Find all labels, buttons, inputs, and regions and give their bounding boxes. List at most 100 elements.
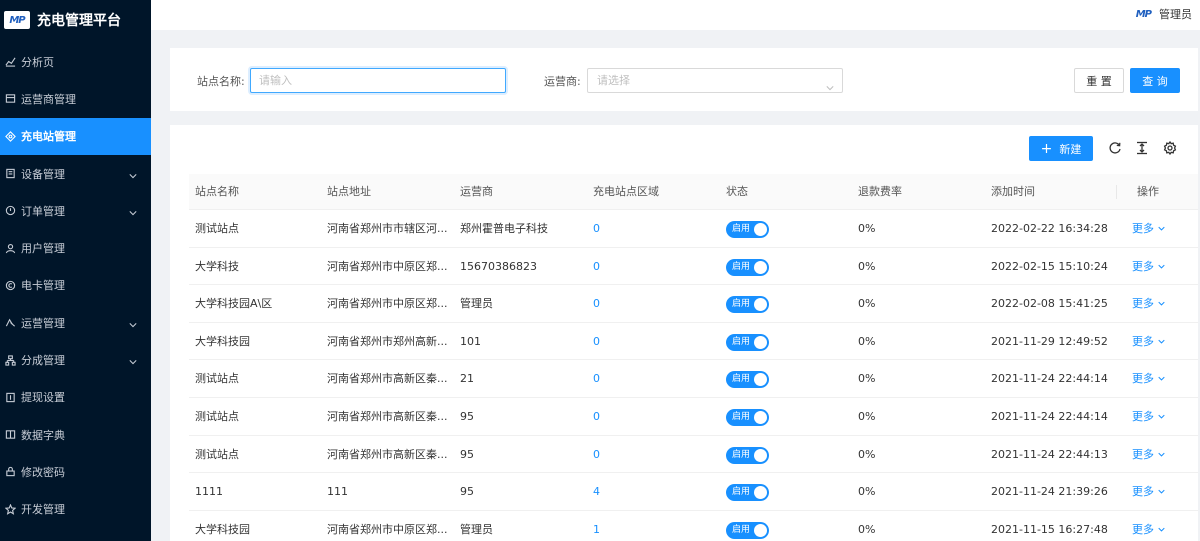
switch-knob xyxy=(754,486,767,500)
sidebar-item-label: 数据字典 xyxy=(21,428,65,442)
area-link[interactable]: 0 xyxy=(593,210,693,247)
sidebar-item-6[interactable]: 电卡管理 xyxy=(0,267,151,304)
status-switch-label: 启用 xyxy=(732,487,751,498)
sidebar-item-label: 用户管理 xyxy=(21,242,65,256)
sidebar-item-3[interactable]: 设备管理 xyxy=(0,155,151,192)
switch-knob xyxy=(754,298,767,312)
new-station-button[interactable]: + 新建 xyxy=(1029,136,1093,161)
area-link[interactable]: 0 xyxy=(593,398,693,435)
sidebar-item-7[interactable]: 运营管理 xyxy=(0,304,151,341)
table-row: 测试站点 河南省郑州市高新区秦... 95 0 启用 0% 2021-11-24 22:44… xyxy=(189,436,1198,474)
refund-rate-cell: 0% xyxy=(858,372,876,386)
status-switch[interactable]: 启用 xyxy=(726,521,769,539)
refund-rate-cell: 0% xyxy=(858,222,876,235)
operator-cell: 95 xyxy=(460,409,474,423)
more-actions-link[interactable]: 更多 xyxy=(1132,473,1165,510)
more-label: 更多 xyxy=(1132,409,1154,423)
sidebar-item-12[interactable]: 开发管理 xyxy=(0,491,151,528)
created-time-cell: 2022-02-08 15:41:25 xyxy=(991,297,1108,311)
sidebar-item-8[interactable]: 分成管理 xyxy=(0,341,151,378)
more-actions-link[interactable]: 更多 xyxy=(1132,248,1165,285)
chevron-down-icon xyxy=(129,170,137,183)
more-actions-link[interactable]: 更多 xyxy=(1132,398,1165,435)
station-address-cell: 河南省郑州市高新区秦... xyxy=(327,372,448,386)
plus-icon: + xyxy=(1040,140,1053,157)
sidebar-item-label: 开发管理 xyxy=(21,503,65,517)
area-link[interactable]: 1 xyxy=(593,511,693,541)
refund-rate-cell: 0% xyxy=(858,259,876,273)
sidebar-item-4[interactable]: 订单管理 xyxy=(0,192,151,229)
chevron-down-icon xyxy=(1158,452,1165,457)
area-link[interactable]: 4 xyxy=(593,473,693,510)
operator-cell: 95 xyxy=(460,485,474,499)
chevron-down-icon xyxy=(1158,226,1165,231)
status-switch[interactable]: 启用 xyxy=(726,221,769,238)
query-button[interactable]: 查 询 xyxy=(1130,68,1180,93)
table-row: 大学科技 河南省郑州市中原区郑... 15670386823 0 启用 0% 2022-02… xyxy=(189,248,1198,286)
more-actions-link[interactable]: 更多 xyxy=(1132,285,1165,322)
column-header-6: 添加时间 xyxy=(991,185,1035,198)
status-switch[interactable]: 启用 xyxy=(726,371,769,389)
table-row: 大学科技园 河南省郑州市中原区郑... 管理员 1 启用 0% 2021-11-15 16:… xyxy=(189,511,1198,541)
user-menu[interactable]: MP 管理员 xyxy=(1136,6,1192,22)
status-switch[interactable]: 启用 xyxy=(726,484,769,502)
more-actions-link[interactable]: 更多 xyxy=(1132,210,1165,247)
store-icon xyxy=(4,93,16,105)
sidebar-item-1[interactable]: 运营商管理 xyxy=(0,80,151,117)
settings-icon[interactable] xyxy=(1163,140,1177,156)
station-address-cell: 河南省郑州市高新区秦... xyxy=(327,447,448,461)
more-label: 更多 xyxy=(1132,372,1154,386)
chevron-down-icon xyxy=(1158,339,1165,344)
operator-cell: 21 xyxy=(460,372,474,386)
operator-select[interactable]: 请选择 xyxy=(587,68,843,93)
refund-rate-cell: 0% xyxy=(858,485,876,499)
status-switch[interactable]: 启用 xyxy=(726,258,769,276)
status-switch[interactable]: 启用 xyxy=(726,296,769,314)
refresh-icon[interactable] xyxy=(1108,141,1122,155)
chevron-down-icon xyxy=(1158,377,1165,381)
more-label: 更多 xyxy=(1132,447,1154,461)
more-actions-link[interactable]: 更多 xyxy=(1132,360,1165,397)
more-label: 更多 xyxy=(1132,334,1154,348)
status-switch[interactable]: 启用 xyxy=(726,333,769,351)
area-link[interactable]: 0 xyxy=(593,248,693,285)
sidebar-item-9[interactable]: 提现设置 xyxy=(0,379,151,416)
more-actions-link[interactable]: 更多 xyxy=(1132,511,1165,541)
column-header-3: 充电站点区域 xyxy=(593,185,659,198)
area-link[interactable]: 0 xyxy=(593,285,693,322)
sidebar-item-5[interactable]: 用户管理 xyxy=(0,229,151,266)
station-name-input[interactable] xyxy=(250,68,506,93)
column-header-5: 退款费率 xyxy=(858,185,902,198)
station-name-cell: 大学科技园 xyxy=(195,522,250,536)
chevron-down-icon xyxy=(129,356,137,369)
status-switch[interactable]: 启用 xyxy=(726,408,769,426)
card-icon xyxy=(4,279,16,291)
status-switch-label: 启用 xyxy=(732,261,751,272)
more-label: 更多 xyxy=(1132,222,1154,235)
brand[interactable]: MP 充电管理平台 xyxy=(0,0,151,40)
area-link[interactable]: 0 xyxy=(593,360,693,397)
order-icon xyxy=(4,205,16,217)
more-actions-link[interactable]: 更多 xyxy=(1132,323,1165,360)
station-name-cell: 测试站点 xyxy=(195,447,239,461)
area-link[interactable]: 0 xyxy=(593,323,693,360)
sidebar-item-label: 分析页 xyxy=(21,55,54,69)
app-title: 充电管理平台 xyxy=(37,13,121,29)
column-height-icon[interactable] xyxy=(1135,141,1149,155)
more-actions-link[interactable]: 更多 xyxy=(1132,436,1165,473)
status-switch[interactable]: 启用 xyxy=(726,446,769,464)
area-link[interactable]: 0 xyxy=(593,436,693,473)
sidebar-item-10[interactable]: 数据字典 xyxy=(0,416,151,453)
refund-rate-cell: 0% xyxy=(858,522,876,536)
table-row: 测试站点 河南省郑州市高新区秦... 21 0 启用 0% 2021-11-24 22:44… xyxy=(189,360,1198,398)
sidebar-item-11[interactable]: 修改密码 xyxy=(0,453,151,490)
table-header: 站点名称 站点地址 运营商 充电站点区域 状态 退款费率 添加时间 操作 xyxy=(189,174,1198,210)
reset-button[interactable]: 重 置 xyxy=(1074,68,1124,93)
lock-icon xyxy=(4,466,16,478)
table-row: 1111 111 95 4 启用 0% 2021-11-24 21:39:26 更多 xyxy=(189,473,1198,511)
device-icon xyxy=(4,168,16,180)
status-switch-label: 启用 xyxy=(732,449,751,460)
sidebar-item-2[interactable]: 充电站管理 xyxy=(0,117,151,155)
table-row: 大学科技园A\区 河南省郑州市中原区郑... 管理员 0 启用 0% 2022-02-08 … xyxy=(189,285,1198,323)
sidebar-item-0[interactable]: 分析页 xyxy=(0,43,151,80)
